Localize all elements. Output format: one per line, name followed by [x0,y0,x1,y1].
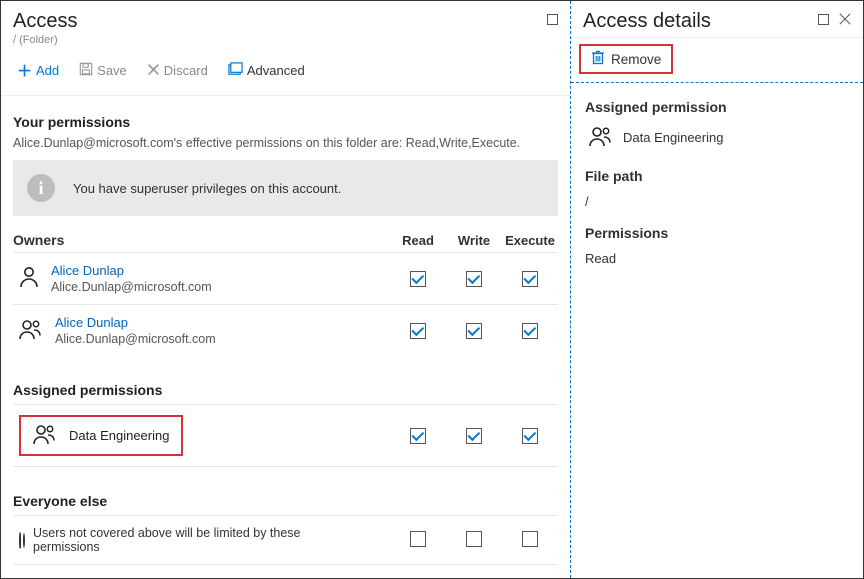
col-read: Read [390,233,446,248]
read-checkbox[interactable] [410,271,426,287]
write-checkbox[interactable] [466,428,482,444]
save-label: Save [97,63,127,78]
read-checkbox[interactable] [410,428,426,444]
filepath-value: / [585,194,849,209]
details-toolbar: Remove [571,37,863,83]
globe-icon [19,533,21,548]
everyone-heading: Everyone else [13,493,558,509]
discard-label: Discard [164,63,208,78]
permissions-description: Alice.Dunlap@microsoft.com's effective p… [13,136,558,150]
content-area: Your permissions Alice.Dunlap@microsoft.… [1,96,570,575]
assigned-name: Data Engineering [69,428,169,443]
read-checkbox[interactable] [410,531,426,547]
write-checkbox[interactable] [466,323,482,339]
assigned-permission-name: Data Engineering [623,130,723,145]
everyone-text: Users not covered above will be limited … [33,526,313,554]
assigned-highlight: Data Engineering [19,415,183,456]
group-icon [19,318,43,343]
owner-email: Alice.Dunlap@microsoft.com [51,280,212,294]
execute-checkbox[interactable] [522,323,538,339]
access-panel: Access / (Folder) ＋ Add Save [1,1,571,578]
owner-email: Alice.Dunlap@microsoft.com [55,332,216,346]
access-header: Access / (Folder) [1,1,570,50]
execute-checkbox[interactable] [522,531,538,547]
discard-icon [147,63,160,79]
write-checkbox[interactable] [466,531,482,547]
add-label: Add [36,63,59,78]
save-button[interactable]: Save [71,56,135,85]
close-icon[interactable] [839,13,851,28]
read-checkbox[interactable] [410,323,426,339]
details-title: Access details [583,9,711,33]
advanced-button[interactable]: Advanced [220,56,313,85]
remove-button[interactable]: Remove [579,44,673,74]
owner-row[interactable]: Alice Dunlap Alice.Dunlap@microsoft.com [13,304,558,356]
remove-label: Remove [611,52,661,67]
permissions-heading: Permissions [585,225,849,241]
panel-title: Access [13,9,77,33]
toolbar: ＋ Add Save Discard Advanced [1,50,570,96]
assigned-heading: Assigned permissions [13,382,558,398]
details-panel: Access details Remove Assigned permissio… [571,1,863,578]
maximize-icon[interactable] [547,13,558,28]
filepath-heading: File path [585,168,849,184]
advanced-icon [228,62,243,80]
trash-icon [591,50,605,68]
owner-name: Alice Dunlap [51,263,212,278]
assigned-permission-item: Data Engineering [585,125,849,150]
owners-header-row: Owners Read Write Execute [13,232,558,252]
app-root: Access / (Folder) ＋ Add Save [0,0,864,579]
maximize-icon[interactable] [818,13,829,28]
assigned-row[interactable]: Data Engineering [13,404,558,467]
details-content: Assigned permission Data Engineering Fil… [571,83,863,278]
info-text: You have superuser privileges on this ac… [73,181,341,196]
group-icon [33,423,57,448]
add-button[interactable]: ＋ Add [9,56,67,85]
col-write: Write [446,233,502,248]
panel-subtitle: / (Folder) [13,34,77,46]
owners-heading: Owners [13,232,390,248]
permissions-value: Read [585,251,849,266]
write-checkbox[interactable] [466,271,482,287]
discard-button[interactable]: Discard [139,56,216,85]
person-icon [19,266,39,291]
info-banner: i You have superuser privileges on this … [13,160,558,216]
execute-checkbox[interactable] [522,271,538,287]
plus-icon: ＋ [17,60,32,81]
everyone-row: Users not covered above will be limited … [13,515,558,565]
advanced-label: Advanced [247,63,305,78]
col-execute: Execute [502,233,558,248]
details-header: Access details [571,1,863,37]
your-permissions-heading: Your permissions [13,114,558,130]
execute-checkbox[interactable] [522,428,538,444]
owner-name: Alice Dunlap [55,315,216,330]
save-icon [79,62,93,79]
info-icon: i [27,174,55,202]
owner-row[interactable]: Alice Dunlap Alice.Dunlap@microsoft.com [13,252,558,304]
assigned-permission-heading: Assigned permission [585,99,849,115]
group-icon [589,125,613,150]
